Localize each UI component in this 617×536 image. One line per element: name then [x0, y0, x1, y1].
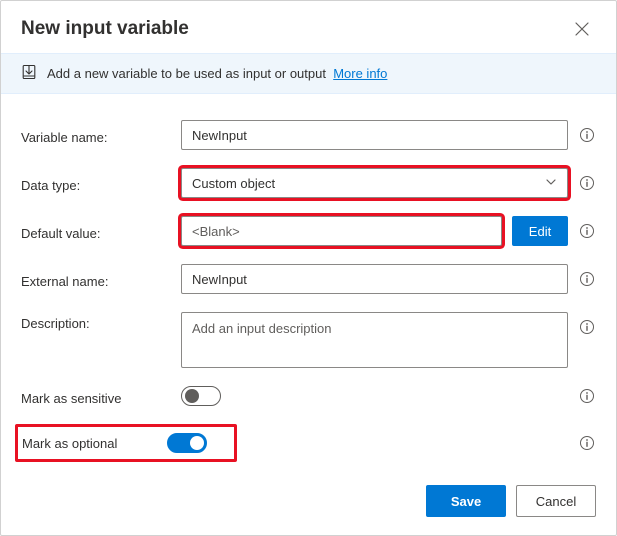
dialog-header: New input variable [1, 1, 616, 53]
data-type-value: Custom object [192, 176, 275, 191]
info-bar: Add a new variable to be used as input o… [1, 53, 616, 94]
label-data-type: Data type: [21, 174, 181, 193]
info-icon-data-type[interactable] [578, 174, 596, 192]
sensitive-toggle[interactable] [181, 386, 221, 406]
row-sensitive: Mark as sensitive [21, 386, 596, 406]
label-description: Description: [21, 312, 181, 331]
info-icon-optional[interactable] [578, 434, 596, 452]
row-description: Description: [21, 312, 596, 368]
variable-name-input[interactable] [181, 120, 568, 150]
chevron-down-icon [545, 176, 557, 191]
optional-toggle[interactable] [167, 433, 207, 453]
row-optional: Mark as optional [21, 424, 596, 462]
external-name-input[interactable] [181, 264, 568, 294]
label-sensitive: Mark as sensitive [21, 387, 181, 406]
row-default-value: Default value: <Blank> Edit [21, 216, 596, 246]
dialog-title: New input variable [21, 18, 189, 40]
optional-highlight: Mark as optional [15, 424, 237, 462]
data-type-select[interactable]: Custom object [181, 168, 568, 198]
description-input[interactable] [181, 312, 568, 368]
label-external-name: External name: [21, 270, 181, 289]
label-optional: Mark as optional [22, 436, 117, 451]
info-icon-external-name[interactable] [578, 270, 596, 288]
info-icon-variable-name[interactable] [578, 126, 596, 144]
info-icon-sensitive[interactable] [578, 387, 596, 405]
cancel-button[interactable]: Cancel [516, 485, 596, 517]
more-info-link[interactable]: More info [333, 66, 387, 81]
download-icon [21, 64, 37, 83]
row-external-name: External name: [21, 264, 596, 294]
info-icon-description[interactable] [578, 318, 596, 336]
default-value-display: <Blank> [181, 216, 502, 246]
info-bar-message: Add a new variable to be used as input o… [47, 66, 326, 81]
info-bar-text: Add a new variable to be used as input o… [47, 66, 387, 81]
dialog-content: Variable name: Data type: Custom object [1, 94, 616, 469]
close-button[interactable] [568, 15, 596, 43]
label-variable-name: Variable name: [21, 126, 181, 145]
toggle-knob [190, 436, 204, 450]
dialog-footer: Save Cancel [1, 469, 616, 535]
label-default-value: Default value: [21, 222, 181, 241]
row-variable-name: Variable name: [21, 120, 596, 150]
close-icon [575, 22, 589, 36]
edit-default-value-button[interactable]: Edit [512, 216, 568, 246]
default-value-text: <Blank> [192, 224, 240, 239]
save-button[interactable]: Save [426, 485, 506, 517]
info-icon-default-value[interactable] [578, 222, 596, 240]
toggle-knob [185, 389, 199, 403]
new-input-variable-dialog: New input variable Add a new variable to… [0, 0, 617, 536]
row-data-type: Data type: Custom object [21, 168, 596, 198]
